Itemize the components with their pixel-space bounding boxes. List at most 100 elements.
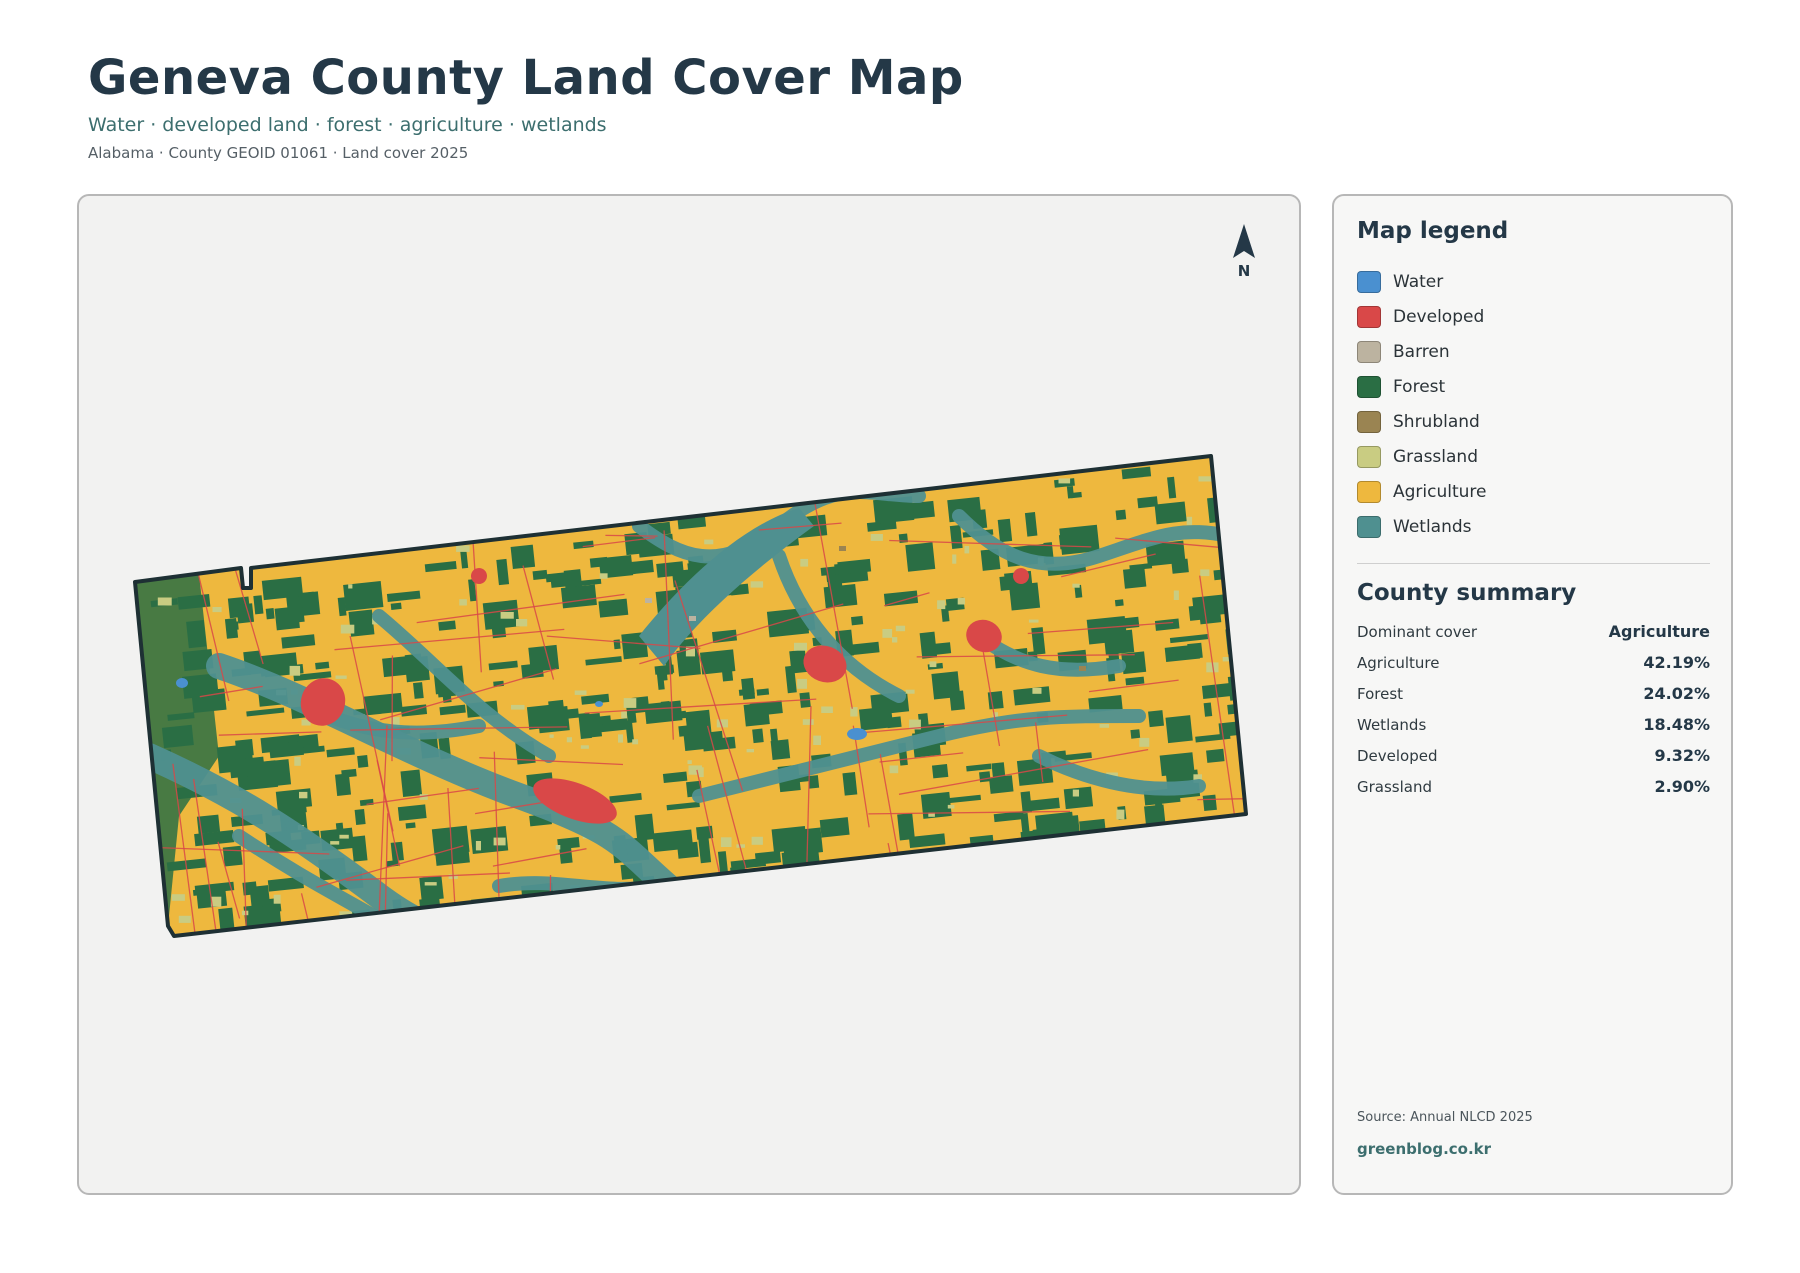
- road-line: [1086, 907, 1096, 936]
- summary-value: 42.19%: [1643, 653, 1710, 672]
- forest-patch: [400, 769, 423, 798]
- credit-link[interactable]: greenblog.co.kr: [1357, 1140, 1491, 1158]
- forest-patch: [1009, 582, 1041, 611]
- grassland-patch: [1032, 687, 1042, 694]
- legend-swatch: [1357, 515, 1381, 538]
- forest-patch: [1114, 599, 1124, 607]
- forest-patch: [236, 603, 255, 624]
- legend-label: Forest: [1393, 376, 1446, 397]
- forest-patch: [351, 835, 368, 862]
- forest-patch: [771, 825, 808, 853]
- grassland-patch: [821, 706, 833, 713]
- forest-patch: [741, 677, 756, 700]
- summary-key: Wetlands: [1357, 715, 1427, 734]
- summary-row: Wetlands 18.48%: [1357, 709, 1710, 740]
- summary-row: Grassland 2.90%: [1357, 771, 1710, 802]
- grassland-patch: [493, 837, 506, 846]
- legend-item-wetlands: Wetlands: [1357, 509, 1487, 544]
- grassland-patch: [1200, 569, 1210, 577]
- legend-item-shrubland: Shrubland: [1357, 404, 1487, 439]
- road-line: [887, 842, 910, 936]
- summary-row: Developed 9.32%: [1357, 740, 1710, 771]
- legend-swatch: [1357, 270, 1381, 293]
- forest-patch: [405, 822, 416, 829]
- grassland-patch: [456, 545, 470, 552]
- grassland-patch: [870, 534, 883, 541]
- legend-item-agriculture: Agriculture: [1357, 474, 1487, 509]
- grassland-patch: [704, 539, 714, 545]
- forest-patch: [265, 608, 275, 620]
- forest-patch: [1207, 496, 1233, 523]
- north-label: N: [1237, 262, 1251, 280]
- road-line: [501, 467, 641, 470]
- grassland-patch: [294, 756, 301, 766]
- road-line: [531, 930, 745, 936]
- grassland-patch: [299, 791, 308, 799]
- grassland-patch: [549, 734, 554, 738]
- grassland-patch: [574, 690, 587, 695]
- forest-patch: [598, 598, 629, 618]
- legend-list: Water Developed Barren Forest Shrubland Grass…: [1357, 264, 1487, 544]
- legend-label: Grassland: [1393, 446, 1478, 467]
- summary-key: Forest: [1357, 684, 1404, 703]
- grassland-patch: [813, 735, 821, 745]
- grassland-patch: [1099, 724, 1110, 728]
- forest-patch: [362, 692, 403, 716]
- forest-patch: [521, 662, 544, 679]
- forest-patch: [1188, 604, 1206, 621]
- grassland-patch: [580, 745, 589, 749]
- grassland-patch: [1186, 516, 1193, 525]
- grassland-patch: [340, 624, 355, 634]
- grassland-patch: [618, 734, 623, 743]
- source-note: Source: Annual NLCD 2025: [1357, 1110, 1533, 1125]
- page-meta: Alabama · County GEOID 01061 · Land cove…: [88, 144, 469, 162]
- grassland-patch: [330, 841, 340, 845]
- legend-swatch: [1357, 410, 1381, 433]
- legend-swatch: [1357, 480, 1381, 503]
- grassland-patch: [424, 882, 437, 886]
- forest-patch: [979, 771, 991, 783]
- summary-heading: County summary: [1357, 580, 1577, 606]
- legend-item-forest: Forest: [1357, 369, 1487, 404]
- legend-label: Developed: [1393, 306, 1485, 327]
- forest-patch: [438, 620, 456, 631]
- grassland-patch: [952, 554, 957, 564]
- forest-patch: [560, 584, 597, 609]
- forest-patch: [1066, 485, 1075, 499]
- grassland-patch: [289, 665, 301, 676]
- grassland-patch: [566, 737, 572, 743]
- grassland-patch: [212, 607, 222, 613]
- grassland-patch: [797, 678, 807, 689]
- grassland-patch: [157, 597, 172, 606]
- legend-item-grassland: Grassland: [1357, 439, 1487, 474]
- land-cover-map: [133, 454, 1248, 938]
- grassland-patch: [1173, 590, 1179, 600]
- grassland-patch: [947, 804, 955, 809]
- forest-patch: [301, 591, 321, 616]
- forest-patch: [1059, 524, 1100, 555]
- grassland-patch: [348, 584, 353, 589]
- grassland-patch: [1072, 789, 1079, 797]
- forest-patch: [752, 728, 764, 744]
- forest-patch: [688, 729, 713, 749]
- legend-label: Wetlands: [1393, 516, 1472, 537]
- forest-patch: [920, 791, 952, 819]
- forest-patch: [1148, 710, 1165, 728]
- forest-patch: [589, 556, 608, 568]
- grassland-patch: [800, 558, 809, 567]
- forest-patch: [842, 772, 858, 796]
- forest-patch: [261, 759, 292, 788]
- forest-patch: [1123, 616, 1140, 629]
- legend-swatch: [1357, 305, 1381, 328]
- legend-item-developed: Developed: [1357, 299, 1487, 334]
- road-line: [605, 534, 658, 537]
- forest-patch: [550, 572, 570, 588]
- grassland-patch: [882, 629, 893, 638]
- forest-patch: [931, 671, 961, 700]
- forest-patch: [851, 615, 864, 626]
- summary-key: Dominant cover: [1357, 622, 1478, 641]
- forest-patch: [390, 602, 402, 610]
- forest-patch: [222, 845, 243, 867]
- grassland-patch: [511, 704, 525, 710]
- forest-patch: [537, 706, 570, 734]
